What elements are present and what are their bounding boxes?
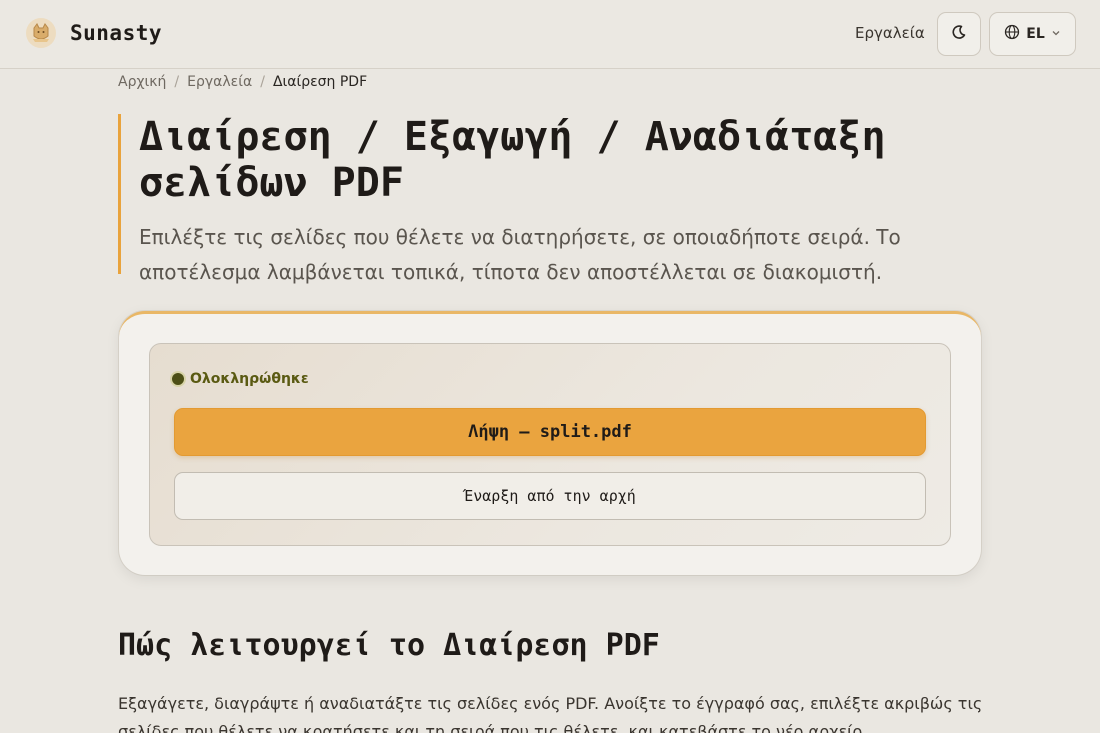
breadcrumb-separator: / <box>260 74 265 90</box>
breadcrumb: Αρχική / Εργαλεία / Διαίρεση PDF <box>118 74 367 90</box>
status-dot-icon <box>172 373 184 385</box>
how-it-works-title: Πώς λειτουργεί το Διαίρεση PDF <box>118 628 660 663</box>
logo-icon <box>26 18 56 48</box>
globe-icon <box>1004 24 1020 44</box>
breadcrumb-current: Διαίρεση PDF <box>272 74 368 90</box>
download-button[interactable]: Λήψη — split.pdf <box>174 408 926 456</box>
result-panel: Ολοκληρώθηκε Λήψη — split.pdf Έναρξη από… <box>149 343 951 546</box>
restart-button[interactable]: Έναρξη από την αρχή <box>174 472 926 520</box>
tool-card: Ολοκληρώθηκε Λήψη — split.pdf Έναρξη από… <box>119 311 981 575</box>
top-bar: Sunasty Εργαλεία EL <box>0 0 1100 69</box>
page-title: Διαίρεση / Εξαγωγή / Αναδιάταξη σελίδων … <box>139 114 886 206</box>
language-selector[interactable]: EL <box>989 12 1076 56</box>
theme-toggle-button[interactable] <box>937 12 981 56</box>
brand-name: Sunasty <box>70 21 163 45</box>
language-code: EL <box>1026 26 1045 42</box>
chevron-down-icon <box>1051 26 1061 42</box>
breadcrumb-tools[interactable]: Εργαλεία <box>187 74 252 90</box>
nav-tools-link[interactable]: Εργαλεία <box>855 24 925 42</box>
hero-section: Διαίρεση / Εξαγωγή / Αναδιάταξη σελίδων … <box>118 114 980 284</box>
breadcrumb-separator: / <box>174 74 180 90</box>
moon-icon <box>951 24 967 44</box>
status-text: Ολοκληρώθηκε <box>190 371 309 387</box>
how-it-works-text: Εξαγάγετε, διαγράψτε ή αναδιατάξτε τις σ… <box>118 694 983 733</box>
status-badge: Ολοκληρώθηκε <box>172 371 309 387</box>
breadcrumb-home[interactable]: Αρχική <box>118 74 166 90</box>
brand-link[interactable]: Sunasty <box>26 18 162 48</box>
page-subtitle: Επιλέξτε τις σελίδες που θέλετε να διατη… <box>139 225 901 284</box>
